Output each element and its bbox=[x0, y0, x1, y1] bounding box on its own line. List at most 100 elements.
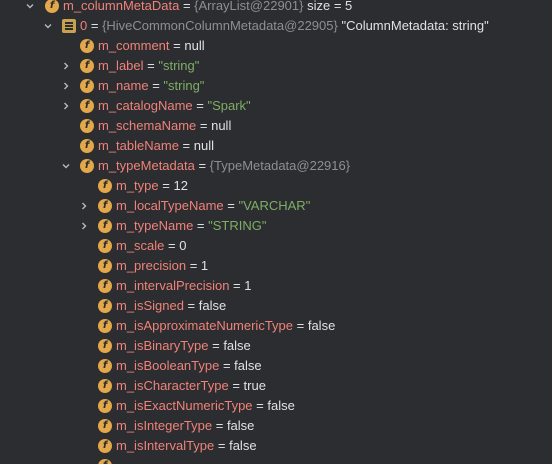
tree-row-text: m_isBooleanType = false bbox=[116, 356, 262, 376]
field-value: "string" bbox=[163, 78, 205, 93]
tree-row[interactable]: f m_label = "string" bbox=[0, 56, 552, 76]
field-name: m_isCharacterType bbox=[116, 378, 229, 393]
tree-row[interactable]: f m_comment = null bbox=[0, 36, 552, 56]
equals-sign: = bbox=[143, 58, 159, 73]
field-icon: f bbox=[98, 439, 112, 453]
tree-row-text: m_type = 12 bbox=[116, 176, 188, 196]
tree-row-text: m_schemaName = null bbox=[98, 116, 231, 136]
field-value: false bbox=[223, 338, 251, 353]
expanded-arrow-icon[interactable] bbox=[42, 16, 54, 36]
field-name: m_schemaName bbox=[98, 118, 197, 133]
collapsed-arrow-icon[interactable] bbox=[60, 76, 72, 96]
tree-row[interactable]: f m_tableName = null bbox=[0, 136, 552, 156]
tree-row[interactable]: f m_columnMetaData = {ArrayList@22901} s… bbox=[0, 0, 552, 16]
equals-sign: = bbox=[212, 418, 227, 433]
debugger-variables-tree: f m_columnMetaData = {ArrayList@22901} s… bbox=[0, 0, 552, 464]
field-name: m_columnMetaData bbox=[63, 0, 180, 13]
field-name: m_scale bbox=[116, 238, 165, 253]
field-name: m_isExactNumericType bbox=[116, 398, 253, 413]
collapsed-arrow-icon[interactable] bbox=[60, 96, 72, 116]
field-icon: f bbox=[80, 39, 94, 53]
tree-row[interactable]: 0 = {HiveCommonColumnMetadata@22905} "Co… bbox=[0, 16, 552, 36]
tree-row[interactable]: f m_typeMetadata = {TypeMetadata@22916} bbox=[0, 156, 552, 176]
equals-sign: = bbox=[219, 358, 235, 373]
equals-sign: = bbox=[196, 118, 212, 133]
tree-row-text: m_comment = null bbox=[98, 36, 205, 56]
tree-row[interactable]: f m_isBinaryType = false bbox=[0, 336, 552, 356]
tree-row[interactable]: f m_isExactNumericType = false bbox=[0, 396, 552, 416]
tree-row[interactable]: f m_intervalPrecision = 1 bbox=[0, 276, 552, 296]
tree-row-text: m_isIntegerType = false bbox=[116, 416, 254, 436]
field-name: m_isSigned bbox=[116, 298, 184, 313]
field-name: m_isBinaryType bbox=[116, 338, 209, 353]
field-name: m_typeName bbox=[116, 218, 194, 233]
equals-sign: = bbox=[252, 398, 268, 413]
tree-row[interactable]: f m_name = "string" bbox=[0, 76, 552, 96]
tree-row[interactable]: f m_typeName = "STRING" bbox=[0, 216, 552, 236]
tree-row[interactable]: f m_type = 12 bbox=[0, 176, 552, 196]
tree-row-text: m_catalogName = "Spark" bbox=[98, 96, 251, 116]
field-name: m_isIntervalType bbox=[116, 438, 215, 453]
equals-sign: = bbox=[178, 138, 194, 153]
tree-row[interactable]: f m_isSigned = false bbox=[0, 296, 552, 316]
field-icon: f bbox=[80, 139, 94, 153]
tree-row-text: m_name = "string" bbox=[98, 76, 204, 96]
field-icon: f bbox=[80, 59, 94, 73]
tree-row[interactable]: f m_isIntegerType = false bbox=[0, 416, 552, 436]
field-icon: f bbox=[98, 259, 112, 273]
tree-row[interactable]: f bbox=[0, 456, 552, 464]
field-icon: f bbox=[98, 379, 112, 393]
tree-row-text: m_isIntervalType = false bbox=[116, 436, 257, 456]
field-value: 0 bbox=[179, 238, 187, 253]
tree-row-text: m_isSigned = false bbox=[116, 296, 226, 316]
field-value: 12 bbox=[173, 178, 188, 193]
field-icon: f bbox=[98, 299, 112, 313]
tree-row[interactable]: f m_isIntervalType = false bbox=[0, 436, 552, 456]
tree-row-text: m_isCharacterType = true bbox=[116, 376, 266, 396]
field-name: m_precision bbox=[116, 258, 187, 273]
equals-sign: = bbox=[169, 38, 185, 53]
field-value: false bbox=[307, 318, 336, 333]
field-value: false bbox=[198, 298, 227, 313]
equals-sign: = bbox=[208, 338, 224, 353]
field-icon: f bbox=[98, 419, 112, 433]
collapsed-arrow-icon[interactable] bbox=[78, 196, 90, 216]
tree-row[interactable]: f m_isCharacterType = true bbox=[0, 376, 552, 396]
tree-row[interactable]: f m_schemaName = null bbox=[0, 116, 552, 136]
tree-row[interactable]: f m_localTypeName = "VARCHAR" bbox=[0, 196, 552, 216]
array-element-icon bbox=[62, 19, 76, 33]
equals-sign: = bbox=[223, 198, 239, 213]
tree-row[interactable]: f m_isBooleanType = false bbox=[0, 356, 552, 376]
tree-row-text: m_typeMetadata = {TypeMetadata@22916} bbox=[98, 156, 350, 176]
tree-row-text: m_isBinaryType = false bbox=[116, 336, 251, 356]
equals-sign: = bbox=[148, 78, 164, 93]
field-name: m_name bbox=[98, 78, 149, 93]
tree-row-text: m_localTypeName = "VARCHAR" bbox=[116, 196, 310, 216]
equals-sign: = bbox=[228, 378, 244, 393]
tree-row-text: m_scale = 0 bbox=[116, 236, 186, 256]
field-value: null bbox=[184, 38, 205, 53]
equals-sign: = bbox=[193, 218, 209, 233]
field-value: false bbox=[234, 358, 262, 373]
tree-row[interactable]: f m_isApproximateNumericType = false bbox=[0, 316, 552, 336]
tree-row-text: m_columnMetaData = {ArrayList@22901} siz… bbox=[63, 0, 352, 16]
collapsed-arrow-icon[interactable] bbox=[60, 56, 72, 76]
collapsed-arrow-icon[interactable] bbox=[78, 216, 90, 236]
field-value: "Spark" bbox=[207, 98, 251, 113]
expanded-arrow-icon[interactable] bbox=[60, 156, 72, 176]
tree-row[interactable]: f m_scale = 0 bbox=[0, 236, 552, 256]
tree-row[interactable]: f m_precision = 1 bbox=[0, 256, 552, 276]
tree-row-text: m_tableName = null bbox=[98, 136, 214, 156]
field-name: m_isIntegerType bbox=[116, 418, 213, 433]
tree-row[interactable]: f m_catalogName = "Spark" bbox=[0, 96, 552, 116]
field-icon: f bbox=[80, 159, 94, 173]
tree-row-text: m_typeName = "STRING" bbox=[116, 216, 266, 236]
field-name: m_catalogName bbox=[98, 98, 193, 113]
field-icon: f bbox=[98, 399, 112, 413]
equals-sign: = bbox=[158, 178, 174, 193]
expanded-arrow-icon[interactable] bbox=[24, 0, 36, 16]
tree-row-text: m_isApproximateNumericType = false bbox=[116, 316, 335, 336]
field-name: m_isApproximateNumericType bbox=[116, 318, 294, 333]
object-ref: {TypeMetadata@22916} bbox=[209, 158, 351, 173]
field-icon: f bbox=[80, 99, 94, 113]
